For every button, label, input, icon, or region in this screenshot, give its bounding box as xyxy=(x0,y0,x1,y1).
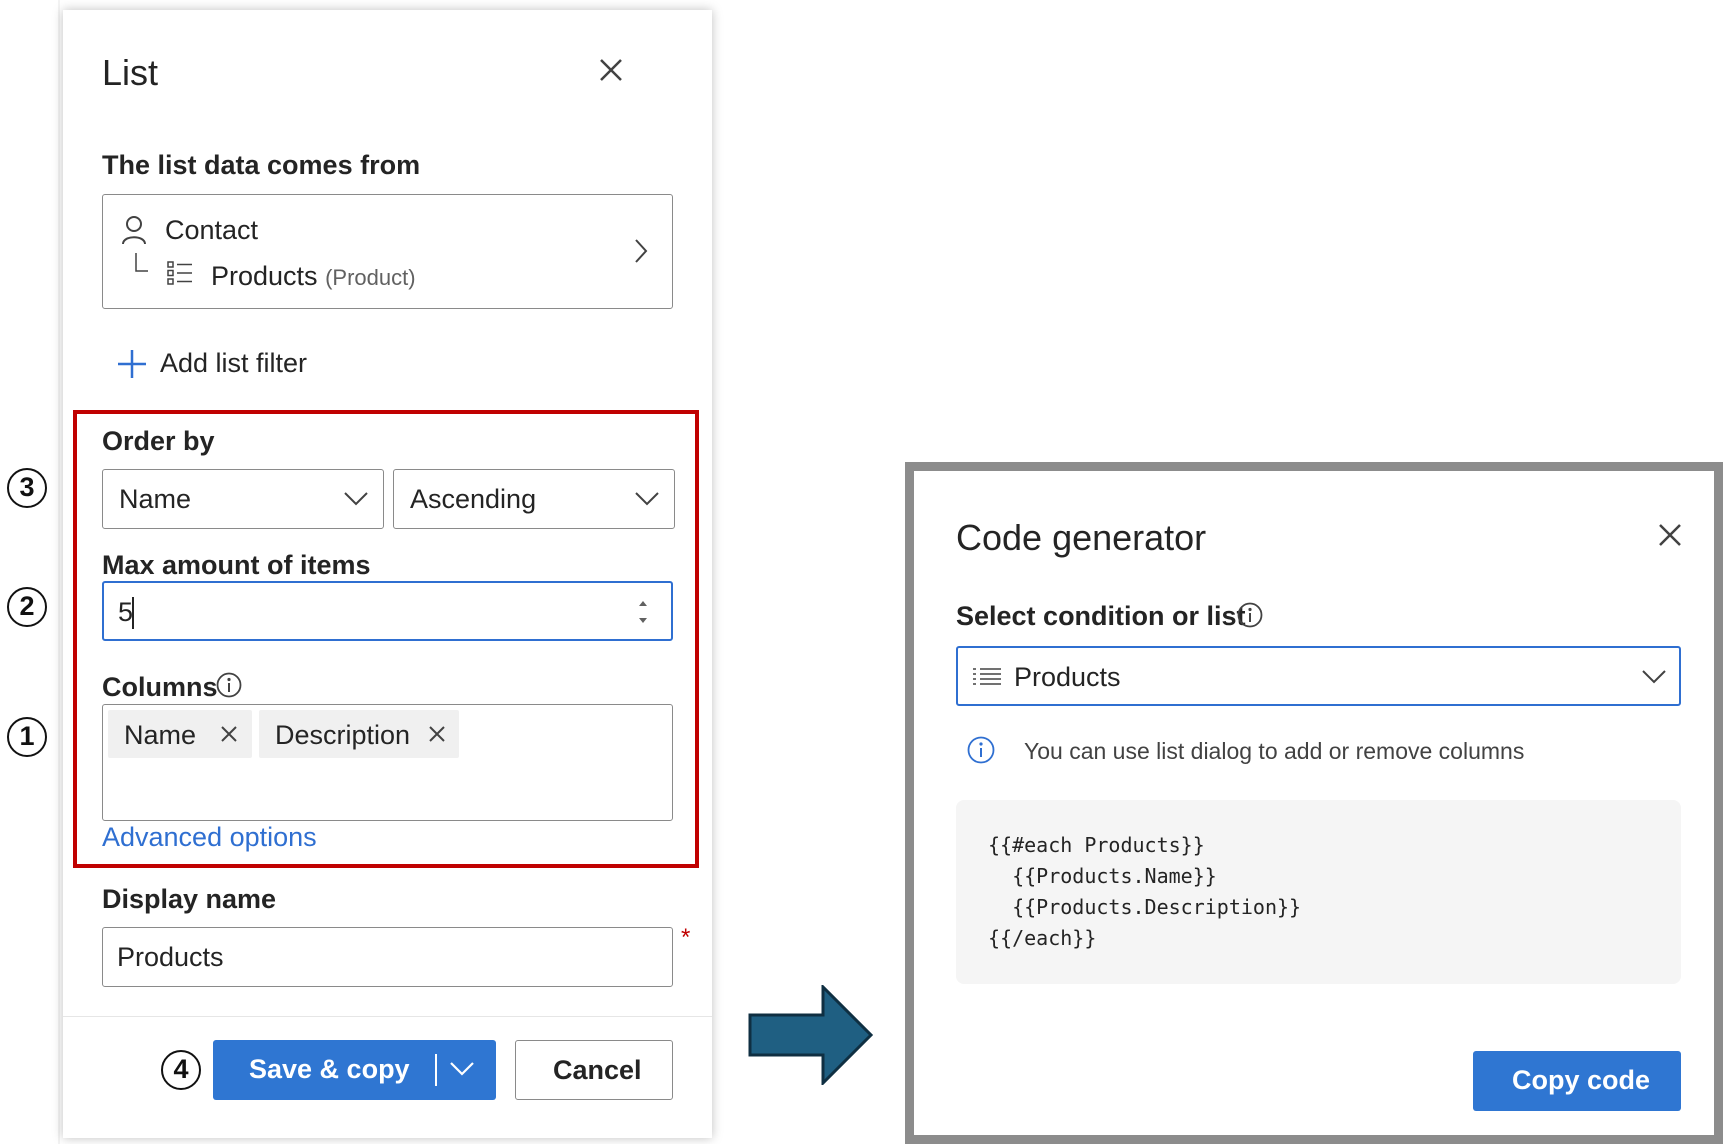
step-marker-4: 4 xyxy=(161,1050,201,1090)
list-icon xyxy=(167,261,192,285)
save-copy-label: Save & copy xyxy=(249,1054,410,1084)
max-items-value: 5 xyxy=(118,597,134,627)
add-list-filter-label: Add list filter xyxy=(160,348,308,378)
plus-icon xyxy=(118,350,146,378)
code-line: {{#each Products}} xyxy=(988,833,1205,857)
source-entity: Contact xyxy=(165,215,259,245)
list-panel: List The list data comes from Contact Pr… xyxy=(63,10,712,1138)
person-icon xyxy=(122,216,146,245)
background-edge xyxy=(58,0,60,1144)
dialog-title: Code generator xyxy=(956,517,1207,558)
panel-title: List xyxy=(102,52,159,93)
remove-tag-icon[interactable] xyxy=(219,724,239,744)
column-tag-label: Name xyxy=(124,720,197,750)
order-field-value: Name xyxy=(119,484,192,514)
columns-picker[interactable]: Name Description xyxy=(102,704,673,821)
display-name-input[interactable]: Products xyxy=(102,927,673,987)
spin-arrows-icon[interactable] xyxy=(636,597,650,627)
display-name-label: Display name xyxy=(102,884,277,914)
step-marker-1: 1 xyxy=(7,717,47,757)
source-relation-type: (Product) xyxy=(325,265,416,290)
required-marker: * xyxy=(681,924,691,951)
cancel-button[interactable]: Cancel xyxy=(515,1040,673,1100)
list-lines-icon xyxy=(973,668,1001,685)
advanced-options-link[interactable]: Advanced options xyxy=(102,822,317,853)
save-copy-button[interactable]: Save & copy xyxy=(213,1040,496,1100)
step-marker-3: 3 xyxy=(7,468,47,508)
info-icon xyxy=(967,736,995,764)
close-icon xyxy=(600,59,622,81)
footer-divider xyxy=(63,1016,712,1017)
chevron-down-icon xyxy=(635,492,659,506)
close-button[interactable] xyxy=(1652,517,1688,553)
data-source-picker[interactable]: Contact Products (Product) xyxy=(102,194,673,309)
order-by-label: Order by xyxy=(102,426,215,456)
close-button[interactable] xyxy=(593,52,629,88)
source-relation-name: Products xyxy=(211,261,318,291)
remove-tag-icon[interactable] xyxy=(427,724,447,744)
text-cursor xyxy=(132,597,134,629)
info-text: You can use list dialog to add or remove… xyxy=(1024,738,1525,764)
display-name-value: Products xyxy=(117,942,224,972)
arrow-right-icon xyxy=(748,985,874,1085)
column-tag-name: Name xyxy=(108,710,252,758)
split-button-divider xyxy=(435,1054,437,1086)
chevron-down-icon xyxy=(344,492,368,506)
order-field-dropdown[interactable]: Name xyxy=(102,469,384,529)
source-relation: Products (Product) xyxy=(211,261,416,292)
chevron-down-icon xyxy=(1642,670,1666,684)
max-items-label: Max amount of items xyxy=(102,550,371,580)
code-line: {{Products.Name}} xyxy=(988,864,1217,888)
info-icon[interactable] xyxy=(215,671,243,699)
data-source-label: The list data comes from xyxy=(102,150,421,180)
step-marker-2: 2 xyxy=(7,587,47,627)
code-line: {{Products.Description}} xyxy=(988,895,1302,919)
cancel-label: Cancel xyxy=(553,1055,642,1085)
copy-code-label: Copy code xyxy=(1512,1065,1651,1095)
tree-connector-icon xyxy=(135,253,148,272)
select-label: Select condition or list xyxy=(956,601,1246,631)
column-tag-label: Description xyxy=(275,720,411,750)
code-generator-dialog: Code generator Select condition or list … xyxy=(905,462,1723,1144)
column-tag-description: Description xyxy=(259,710,459,758)
max-items-input[interactable]: 5 xyxy=(102,581,673,641)
columns-label: Columns xyxy=(102,672,218,703)
close-icon xyxy=(1659,524,1681,546)
copy-code-button[interactable]: Copy code xyxy=(1473,1051,1681,1111)
code-snippet: {{#each Products}} {{Products.Name}} {{P… xyxy=(956,800,1681,984)
columns-label-text: Columns xyxy=(102,672,218,702)
info-icon[interactable] xyxy=(1236,601,1264,629)
selected-value: Products xyxy=(1014,662,1121,692)
condition-list-dropdown[interactable]: Products xyxy=(956,646,1681,706)
code-line: {{/each}} xyxy=(988,926,1097,950)
chevron-down-icon[interactable] xyxy=(449,1058,475,1080)
order-direction-dropdown[interactable]: Ascending xyxy=(393,469,675,529)
order-direction-value: Ascending xyxy=(410,484,537,514)
chevron-right-icon xyxy=(635,239,648,263)
